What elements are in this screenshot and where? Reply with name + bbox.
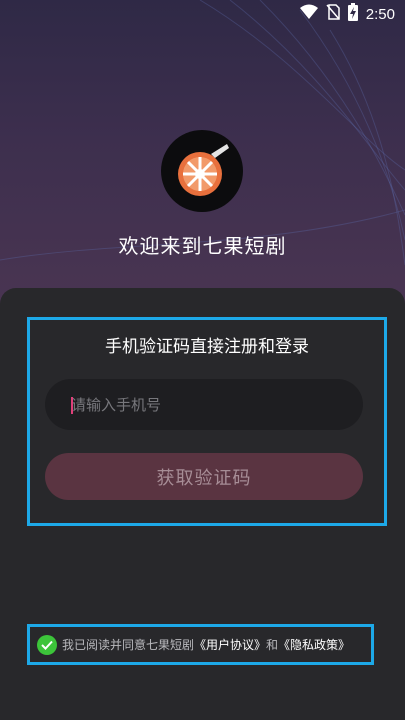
get-code-button[interactable]: 获取验证码 — [45, 453, 363, 500]
agreement-prefix: 我已阅读并同意七果短剧 — [62, 638, 195, 652]
no-sim-icon — [326, 4, 340, 24]
login-form: 手机验证码直接注册和登录 获取验证码 — [27, 317, 387, 526]
form-title: 手机验证码直接注册和登录 — [105, 337, 309, 357]
app-logo — [161, 130, 243, 212]
wifi-icon — [299, 4, 318, 24]
phone-input[interactable] — [45, 379, 363, 430]
status-bar: 2:50 — [0, 0, 405, 28]
agreement-conjunction: 和 — [266, 638, 279, 652]
text-caret — [71, 397, 73, 414]
check-circle-icon[interactable] — [37, 634, 57, 655]
status-time: 2:50 — [365, 5, 395, 23]
wheel-logo-icon — [178, 144, 229, 196]
welcome-title: 欢迎来到七果短剧 — [118, 234, 287, 258]
user-agreement-link[interactable]: 《用户协议》 — [194, 638, 266, 652]
agreement-row: 我已阅读并同意七果短剧《用户协议》和《隐私政策》 — [27, 624, 374, 665]
battery-charging-icon — [347, 3, 358, 25]
privacy-policy-link[interactable]: 《隐私政策》 — [278, 638, 350, 652]
